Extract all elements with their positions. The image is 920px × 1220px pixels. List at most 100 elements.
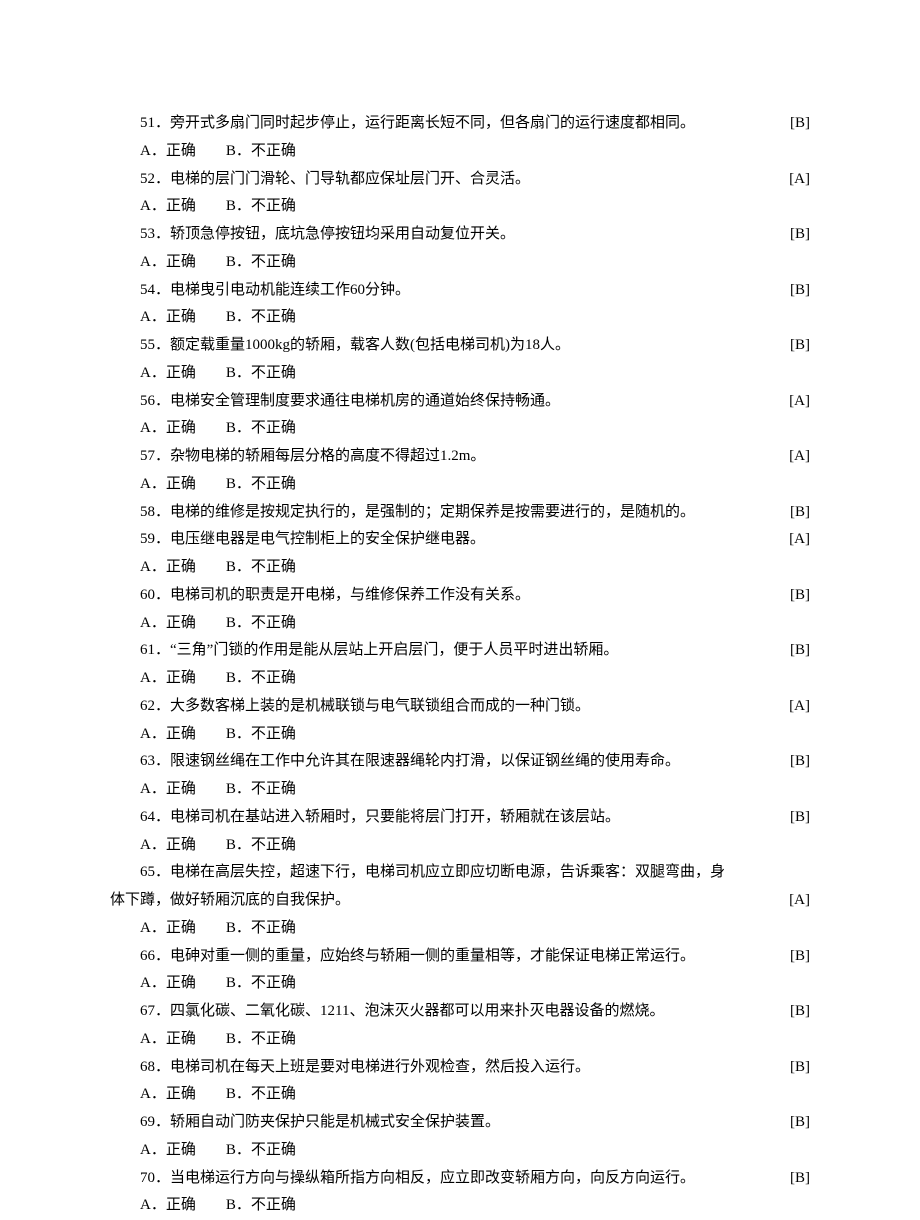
option-a: A．正确 — [140, 1031, 196, 1047]
answer-options: A．正确B．不正确 — [110, 832, 810, 860]
answer-options: A．正确 B．不正确 — [110, 1081, 810, 1109]
question-line: 67．四氯化碳、二氧化碳、1211、泡沫灭火器都可以用来扑灭电器设备的燃烧。[B… — [110, 998, 810, 1026]
question-text: 55．额定载重量1000kg的轿厢，载客人数(包括电梯司机)为18人。 — [110, 332, 782, 360]
question-text: 70．当电梯运行方向与操纵箱所指方向相反，应立即改变轿厢方向，向反方向运行。 — [110, 1165, 782, 1193]
question-text: 52．电梯的层门门滑轮、门导轨都应保址层门开、合灵活。 — [110, 166, 781, 194]
question-text: 58．电梯的维修是按规定执行的，是强制的；定期保养是按需要进行的，是随机的。 — [110, 499, 782, 527]
answer-options: A．正确 B．不正确 — [110, 249, 810, 277]
question-line: 64．电梯司机在基站进入轿厢时，只要能将层门打开，轿厢就在该层站。 [B] — [110, 804, 810, 832]
page-content: 51．旁开式多扇门同时起步停止，运行距离长短不同，但各扇门的运行速度都相同。 [B… — [0, 0, 920, 1220]
answer-options: A．正确 B．不正确 — [110, 1026, 810, 1054]
question-line: 68．电梯司机在每天上班是要对电梯进行外观检查，然后投入运行。 [B] — [110, 1054, 810, 1082]
question-text: 54．电梯曳引电动机能连续工作60分钟。 — [110, 277, 782, 305]
question-text: 60．电梯司机的职责是开电梯，与维修保养工作没有关系。 — [110, 582, 782, 610]
question-line: 52．电梯的层门门滑轮、门导轨都应保址层门开、合灵活。[A] — [110, 166, 810, 194]
question-text: 61．“三角”门锁的作用是能从层站上开启层门，便于人员平时进出轿厢。 — [110, 637, 782, 665]
answer-key: [B] — [790, 943, 810, 971]
option-b: B．不正确 — [226, 420, 296, 436]
answer-key: [B] — [790, 1165, 810, 1193]
option-a: A．正确 — [140, 1086, 196, 1102]
question-text: 51．旁开式多扇门同时起步停止，运行距离长短不同，但各扇门的运行速度都相同。 — [110, 110, 782, 138]
question-text: 66．电砷对重一侧的重量，应始终与轿厢一侧的重量相等，才能保证电梯正常运行。 — [110, 943, 782, 971]
answer-key: [B] — [790, 221, 810, 249]
answer-options: A．正确 B．不正确 — [110, 610, 810, 638]
question-line: 69．轿厢自动门防夹保护只能是机械式安全保护装置。[B] — [110, 1109, 810, 1137]
question-text: 65．电梯在高层失控，超速下行，电梯司机应立即应切断电源，告诉乘客：双腿弯曲，身 — [110, 859, 810, 887]
option-a: A．正确 — [140, 781, 196, 797]
question-line: 54．电梯曳引电动机能连续工作60分钟。 [B] — [110, 277, 810, 305]
option-b: B．不正确 — [226, 476, 296, 492]
question-text: 68．电梯司机在每天上班是要对电梯进行外观检查，然后投入运行。 — [110, 1054, 782, 1082]
option-a: A．正确 — [140, 670, 196, 686]
option-a: A．正确 — [140, 198, 196, 214]
answer-options: A．正确 B．不正确 — [110, 970, 810, 998]
question-line: 66．电砷对重一侧的重量，应始终与轿厢一侧的重量相等，才能保证电梯正常运行。 [B… — [110, 943, 810, 971]
option-b: B．不正确 — [226, 781, 296, 797]
question-text: 69．轿厢自动门防夹保护只能是机械式安全保护装置。 — [110, 1109, 782, 1137]
option-b: B．不正确 — [226, 975, 296, 991]
answer-key: [A] — [789, 526, 810, 554]
option-a: A．正确 — [140, 309, 196, 325]
answer-key: [A] — [789, 388, 810, 416]
answer-key: [B] — [790, 277, 810, 305]
option-b: B．不正确 — [226, 1031, 296, 1047]
question-line: 62．大多数客梯上装的是机械联锁与电气联锁组合而成的一种门锁。 [A] — [110, 693, 810, 721]
option-b: B．不正确 — [226, 309, 296, 325]
question-text: 56．电梯安全管理制度要求通往电梯机房的通道始终保持畅通。 — [110, 388, 781, 416]
option-b: B．不正确 — [226, 615, 296, 631]
option-b: B．不正确 — [226, 559, 296, 575]
option-a: A．正确 — [140, 476, 196, 492]
answer-options: A．正确B．不正确 — [110, 721, 810, 749]
question-line: 70．当电梯运行方向与操纵箱所指方向相反，应立即改变轿厢方向，向反方向运行。 [B… — [110, 1165, 810, 1193]
option-b: B．不正确 — [226, 1197, 296, 1213]
question-line: 60．电梯司机的职责是开电梯，与维修保养工作没有关系。 [B] — [110, 582, 810, 610]
question-text: 53．轿顶急停按钮，底坑急停按钮均采用自动复位开关。 — [110, 221, 782, 249]
answer-options: A．正确 B．不正确 — [110, 193, 810, 221]
answer-key: [B] — [790, 804, 810, 832]
answer-key: [B] — [790, 110, 810, 138]
answer-key: [B] — [790, 332, 810, 360]
question-line: 57．杂物电梯的轿厢每层分格的高度不得超过1.2m。[A] — [110, 443, 810, 471]
question-line: 65．电梯在高层失控，超速下行，电梯司机应立即应切断电源，告诉乘客：双腿弯曲，身 — [110, 859, 810, 887]
answer-key: [A] — [789, 693, 810, 721]
question-line: 56．电梯安全管理制度要求通往电梯机房的通道始终保持畅通。 [A] — [110, 388, 810, 416]
option-b: B．不正确 — [226, 670, 296, 686]
question-continuation-text: 体下蹲，做好轿厢沉底的自我保护。 — [110, 887, 781, 915]
question-text: 64．电梯司机在基站进入轿厢时，只要能将层门打开，轿厢就在该层站。 — [110, 804, 782, 832]
answer-options: A．正确B．不正确 — [110, 360, 810, 388]
option-b: B．不正确 — [226, 1142, 296, 1158]
option-a: A．正确 — [140, 837, 196, 853]
option-b: B．不正确 — [226, 726, 296, 742]
question-line: 58．电梯的维修是按规定执行的，是强制的；定期保养是按需要进行的，是随机的。 [B… — [110, 499, 810, 527]
question-text: 62．大多数客梯上装的是机械联锁与电气联锁组合而成的一种门锁。 — [110, 693, 781, 721]
answer-key: [B] — [790, 582, 810, 610]
question-line: 59．电压继电器是电气控制柜上的安全保护继电器。[A] — [110, 526, 810, 554]
answer-options: A．正确B．不正确 — [110, 138, 810, 166]
question-line: 55．额定载重量1000kg的轿厢，载客人数(包括电梯司机)为18人。 [B] — [110, 332, 810, 360]
question-line: 63．限速钢丝绳在工作中允许其在限速器绳轮内打滑，以保证钢丝绳的使用寿命。[B] — [110, 748, 810, 776]
option-a: A．正确 — [140, 615, 196, 631]
option-b: B．不正确 — [226, 198, 296, 214]
question-line: 61．“三角”门锁的作用是能从层站上开启层门，便于人员平时进出轿厢。 [B] — [110, 637, 810, 665]
option-b: B．不正确 — [226, 254, 296, 270]
option-a: A．正确 — [140, 420, 196, 436]
option-b: B．不正确 — [226, 920, 296, 936]
answer-options: A．正确B．不正确 — [110, 915, 810, 943]
option-a: A．正确 — [140, 143, 196, 159]
answer-key: [B] — [790, 1054, 810, 1082]
option-a: A．正确 — [140, 254, 196, 270]
answer-key: [A] — [789, 443, 810, 471]
option-b: B．不正确 — [226, 365, 296, 381]
option-b: B．不正确 — [226, 1086, 296, 1102]
answer-options: A．正确 B．不正确 — [110, 776, 810, 804]
answer-key: [A] — [789, 887, 810, 915]
question-line: 51．旁开式多扇门同时起步停止，运行距离长短不同，但各扇门的运行速度都相同。 [B… — [110, 110, 810, 138]
answer-options: A．正确B．不正确 — [110, 1192, 810, 1220]
answer-options: A．正确B．不正确 — [110, 1137, 810, 1165]
option-a: A．正确 — [140, 975, 196, 991]
answer-key: [B] — [790, 499, 810, 527]
answer-key: [B] — [790, 748, 810, 776]
answer-options: A．正确B．不正确 — [110, 554, 810, 582]
question-line: 53．轿顶急停按钮，底坑急停按钮均采用自动复位开关。 [B] — [110, 221, 810, 249]
answer-key: [B] — [790, 637, 810, 665]
